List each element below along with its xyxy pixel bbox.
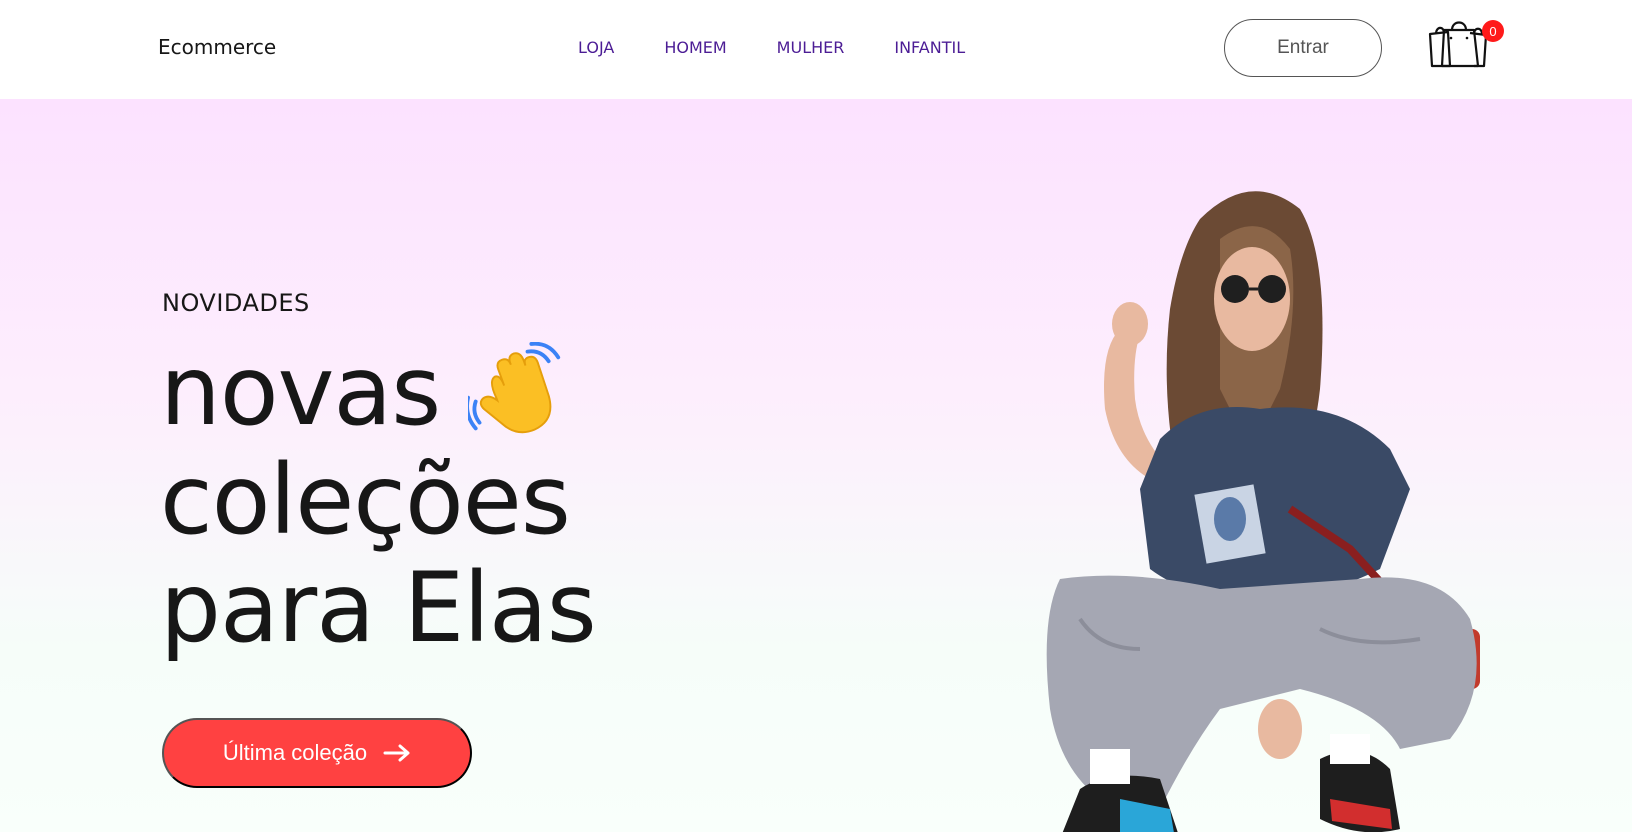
arrow-right-icon	[383, 744, 410, 762]
hero-title-line-1: novas	[160, 337, 596, 446]
hero-model-image	[1046, 191, 1480, 832]
hero-title-line-2: coleções	[160, 443, 571, 556]
cart-count-badge: 0	[1482, 20, 1504, 42]
hero-title: novas coleções para Elas	[160, 337, 597, 664]
logo[interactable]: Ecommerce	[158, 35, 276, 59]
waving-hand-icon	[468, 341, 561, 433]
main-menu: LOJA HOMEM MULHER INFANTIL	[578, 38, 965, 57]
cart-button[interactable]: 0	[1426, 18, 1506, 72]
latest-collection-button[interactable]: Última coleção	[162, 718, 472, 788]
cta-label: Última coleção	[222, 740, 368, 765]
menu-item-mulher[interactable]: MULHER	[777, 38, 845, 57]
menu-item-loja[interactable]: LOJA	[578, 38, 614, 57]
hero-banner: NOVIDADES novas coleções para Elas Últim…	[0, 99, 1632, 832]
shopping-bags-icon	[1428, 21, 1488, 68]
menu-item-infantil[interactable]: INFANTIL	[894, 38, 965, 57]
hero-tag: NOVIDADES	[162, 289, 310, 317]
menu-item-homem[interactable]: HOMEM	[664, 38, 726, 57]
login-button[interactable]: Entrar	[1224, 19, 1382, 77]
navbar: Ecommerce LOJA HOMEM MULHER INFANTIL Ent…	[0, 0, 1632, 99]
hero-title-line-3: para Elas	[160, 551, 597, 664]
